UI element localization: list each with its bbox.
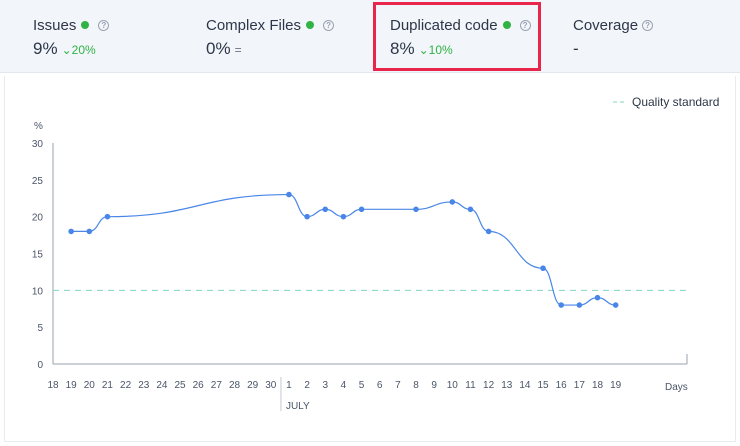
series-line [71, 193, 616, 306]
y-tick-label: 0 [37, 360, 43, 371]
y-tick-label: 25 [32, 176, 44, 187]
metric-title: Coverage [573, 16, 639, 34]
x-tick-label: 2 [304, 380, 310, 391]
y-tick-label: 15 [32, 250, 44, 261]
y-axis-unit: % [34, 121, 43, 132]
metric-title: Complex Files [206, 16, 302, 34]
data-point [449, 199, 456, 205]
x-tick-label: 27 [211, 380, 223, 391]
metric-delta: ⌄20% [61, 43, 96, 57]
metric-value: - [573, 39, 579, 58]
x-tick-label: 25 [174, 380, 186, 391]
x-tick-label: 19 [610, 380, 622, 391]
month-label: JULY [286, 401, 310, 412]
trend-down-icon: ⌄ [418, 43, 429, 57]
data-point [86, 228, 93, 235]
line-chart: 051015202530 18 19 20 21 22 23 24 25 26 27 28 29 30 1… [32, 95, 720, 412]
data-point [576, 302, 583, 308]
status-dot-icon [81, 21, 90, 29]
data-point [594, 294, 601, 301]
x-tick-label: 4 [341, 380, 347, 391]
x-tick-label: 11 [465, 380, 476, 391]
data-point [68, 228, 74, 235]
x-tick-label: 16 [556, 380, 568, 391]
x-tick-label: 20 [84, 380, 96, 391]
x-tick-label: 9 [431, 380, 437, 391]
help-icon[interactable]: ? [642, 19, 654, 31]
data-point [304, 213, 310, 220]
x-tick-label: 30 [265, 380, 277, 391]
x-tick-label: 26 [193, 380, 205, 391]
x-tick-label: 29 [247, 380, 259, 391]
y-tick-label: 10 [32, 286, 44, 297]
y-axis: 0 5 10 15 20 25 30 [32, 139, 54, 371]
data-point [413, 206, 419, 213]
data-point [322, 206, 329, 213]
metric-delta: ⌄10% [418, 43, 453, 57]
data-point [358, 206, 365, 213]
x-tick-label: 28 [229, 380, 241, 391]
x-tick-label: 12 [483, 380, 495, 391]
x-tick-label: 21 [102, 380, 114, 391]
x-tick-label: 3 [322, 380, 328, 391]
metric-coverage[interactable]: Coverage ? - [573, 0, 654, 73]
trend-down-icon: ⌄ [61, 43, 72, 57]
legend-label: Quality standard [632, 95, 719, 109]
x-tick-label: 17 [574, 380, 586, 391]
x-tick-label: 15 [537, 380, 549, 391]
y-tick-label: 5 [37, 323, 43, 334]
data-point [104, 213, 111, 220]
x-tick-label: 23 [138, 380, 150, 391]
help-icon[interactable]: ? [519, 19, 531, 31]
metric-title: Duplicated code [390, 16, 498, 34]
x-tick-label: 24 [156, 380, 168, 391]
x-tick-label: 7 [395, 380, 401, 391]
metric-title: Issues [33, 16, 77, 34]
x-tick-label: 10 [447, 380, 459, 391]
x-axis-label: Days [665, 382, 688, 393]
data-point [540, 265, 546, 272]
x-tick-label: 1 [286, 380, 292, 391]
chart-legend: Quality standard [613, 95, 719, 109]
x-tick-label: 18 [592, 380, 604, 391]
data-point [286, 191, 292, 198]
help-icon[interactable]: ? [98, 19, 110, 31]
metric-value: 0% [206, 39, 231, 58]
x-tick-label: 8 [413, 380, 419, 391]
x-tick-label: 5 [359, 380, 365, 391]
x-tick-label: 19 [66, 380, 78, 391]
y-tick-label: 30 [32, 139, 44, 150]
x-axis: 18 19 20 21 22 23 24 25 26 27 28 29 30 1 2 3 4 5 6 7 8 9 10 11 1… [47, 354, 688, 412]
metrics-bar: Issues ? 9% ⌄20% Complex Files ? 0% = Du… [0, 0, 740, 73]
status-dot-icon [502, 21, 511, 29]
y-tick-label: 20 [32, 213, 44, 224]
chart-card: 0 5 10 15 20 25 30 18 19 20 21 22 23 24 25 26 27 28 29 30 1… [4, 76, 736, 442]
x-tick-label: 6 [377, 380, 383, 391]
metric-value: 9% [33, 39, 58, 58]
x-tick-label: 22 [120, 380, 132, 391]
data-point [558, 302, 564, 308]
metric-duplicated-code[interactable]: Duplicated code ? 8% ⌄10% [390, 0, 531, 73]
data-point [485, 228, 492, 235]
help-icon[interactable]: ? [323, 19, 335, 31]
x-tick-label: 13 [501, 380, 513, 391]
x-tick-label: 18 [47, 380, 59, 391]
data-point [467, 206, 474, 213]
status-dot-icon [306, 21, 315, 29]
metric-value: 8% [390, 39, 415, 58]
metric-complex-files[interactable]: Complex Files ? 0% = [206, 0, 335, 73]
metric-issues[interactable]: Issues ? 9% ⌄20% [33, 0, 110, 73]
data-point [340, 213, 347, 220]
metric-delta: = [234, 43, 242, 57]
data-point [612, 302, 619, 308]
x-tick-label: 14 [519, 380, 531, 391]
